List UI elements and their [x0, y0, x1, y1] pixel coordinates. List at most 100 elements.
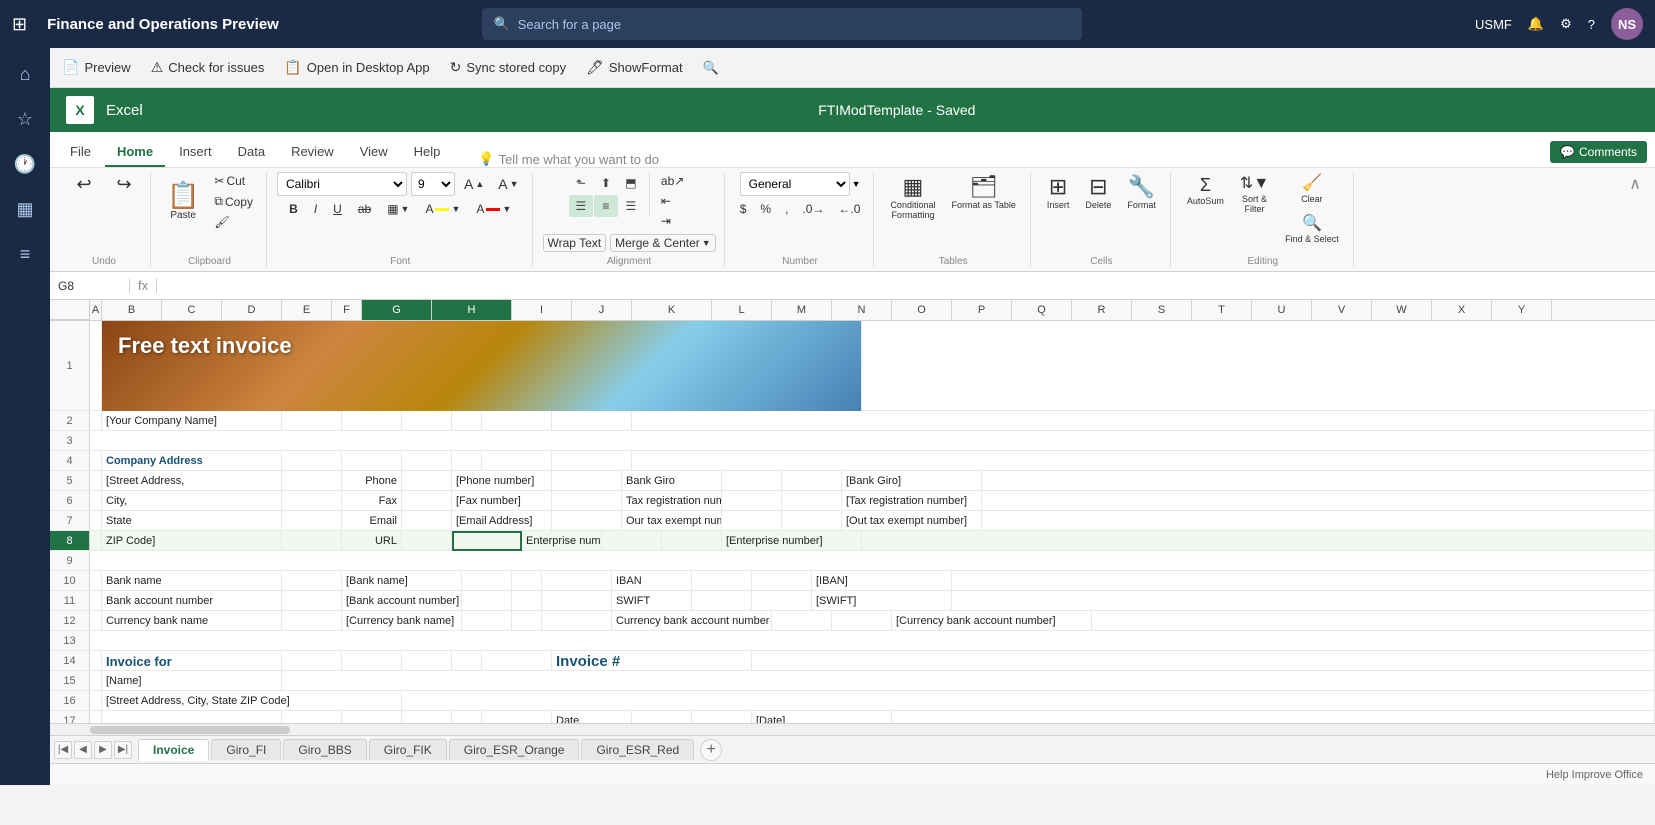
cell-5-F[interactable]: [Phone number]	[452, 471, 552, 491]
find-select-button[interactable]: 🔍 Find & Select	[1279, 212, 1345, 248]
cell-16-B[interactable]: [Street Address, City, State ZIP Code]	[102, 691, 402, 711]
align-bottom-center[interactable]: ≡	[594, 195, 618, 217]
cell-6-H[interactable]: Tax registration number	[622, 491, 722, 511]
cell-6-K[interactable]: [Tax registration number]	[842, 491, 982, 511]
cell-4-E[interactable]	[402, 451, 452, 471]
cell-15-A[interactable]	[90, 671, 102, 691]
cell-12-I[interactable]	[772, 611, 832, 631]
align-top-center[interactable]: ⬆	[594, 172, 618, 194]
cell-7-J[interactable]	[782, 511, 842, 531]
number-format-select[interactable]: General	[740, 172, 850, 196]
cell-17-H[interactable]: Date	[552, 711, 632, 723]
increase-decimal-button[interactable]: .0→	[797, 200, 829, 218]
sheet-tab-giro-fi[interactable]: Giro_FI	[211, 739, 281, 760]
wrap-text-button[interactable]: Wrap Text	[543, 234, 607, 252]
cell-2-H[interactable]	[552, 411, 632, 431]
last-sheet-button[interactable]: ▶|	[114, 741, 132, 759]
strikethrough-button[interactable]: ab	[353, 200, 376, 218]
indent-increase-button[interactable]: ⇥	[656, 212, 689, 230]
cell-11-J[interactable]	[752, 591, 812, 611]
sheet-tab-giro-esr-red[interactable]: Giro_ESR_Red	[581, 739, 694, 760]
col-H[interactable]: H	[432, 300, 512, 320]
cell-11-D[interactable]: [Bank account number]	[342, 591, 462, 611]
cell-8-rest[interactable]	[862, 531, 1655, 551]
cell-1-A[interactable]	[90, 321, 102, 410]
cell-9[interactable]	[90, 551, 1655, 571]
cell-14-B[interactable]: Invoice for	[102, 651, 282, 671]
cell-7-D[interactable]: Email	[342, 511, 402, 531]
increase-font-button[interactable]: A ▲	[459, 174, 489, 194]
cell-7-K[interactable]: [Out tax exempt number]	[842, 511, 982, 531]
align-bottom-left[interactable]: ☰	[569, 195, 593, 217]
cell-8-H[interactable]: Enterprise number	[522, 531, 602, 551]
format-painter-button[interactable]: 🖌	[209, 213, 258, 231]
cell-11-C[interactable]	[282, 591, 342, 611]
cell-11-E[interactable]	[462, 591, 512, 611]
sheet-tab-giro-esr-orange[interactable]: Giro_ESR_Orange	[449, 739, 580, 760]
decrease-decimal-button[interactable]: ←.0	[833, 200, 865, 218]
cell-14-A[interactable]	[90, 651, 102, 671]
cell-10-J[interactable]	[752, 571, 812, 591]
cell-11-rest[interactable]	[952, 591, 1655, 611]
sort-filter-button[interactable]: ⇅▼ Sort &Filter	[1234, 172, 1275, 218]
cell-11-B[interactable]: Bank account number	[102, 591, 282, 611]
sidebar-star-icon[interactable]: ☆	[0, 101, 50, 138]
cell-11-F[interactable]	[512, 591, 542, 611]
cell-7-C[interactable]	[282, 511, 342, 531]
cell-4-B[interactable]: Company Address	[102, 451, 282, 471]
sheet-tab-giro-fik[interactable]: Giro_FIK	[369, 739, 447, 760]
tell-me-input[interactable]: 💡 Tell me what you want to do	[478, 151, 659, 167]
prev-sheet-button[interactable]: ◀	[74, 741, 92, 759]
cell-reference[interactable]: G8	[50, 279, 130, 293]
font-family-select[interactable]: Calibri	[277, 172, 407, 196]
font-color-button[interactable]: A ▼	[471, 200, 516, 218]
bold-button[interactable]: B	[284, 200, 303, 218]
col-I[interactable]: I	[512, 300, 572, 320]
autosum-button[interactable]: Σ AutoSum	[1181, 172, 1230, 210]
cell-2-E[interactable]	[402, 411, 452, 431]
cell-7-I[interactable]	[722, 511, 782, 531]
cell-10-K[interactable]: [IBAN]	[812, 571, 952, 591]
cell-17-K[interactable]: [Date]	[752, 711, 892, 723]
cell-6-J[interactable]	[782, 491, 842, 511]
underline-button[interactable]: U	[328, 200, 347, 218]
cell-17-J[interactable]	[692, 711, 752, 723]
tab-data[interactable]: Data	[226, 138, 277, 167]
cell-12-G[interactable]	[542, 611, 612, 631]
col-W[interactable]: W	[1372, 300, 1432, 320]
currency-button[interactable]: $	[735, 200, 752, 218]
align-bottom-right[interactable]: ☰	[619, 195, 643, 217]
col-R[interactable]: R	[1072, 300, 1132, 320]
cell-5-J[interactable]	[782, 471, 842, 491]
sidebar-home-icon[interactable]: ⌂	[0, 56, 50, 93]
fill-color-button[interactable]: A ▼	[420, 200, 465, 218]
cell-10-rest[interactable]	[952, 571, 1655, 591]
col-A[interactable]: A	[90, 300, 102, 320]
cell-7-E[interactable]	[402, 511, 452, 531]
cell-1-invoice-image[interactable]: Free text invoice	[102, 321, 862, 410]
cell-7-rest[interactable]	[982, 511, 1655, 531]
avatar[interactable]: NS	[1611, 8, 1643, 40]
cell-6-A[interactable]	[90, 491, 102, 511]
col-O[interactable]: O	[892, 300, 952, 320]
cell-10-B[interactable]: Bank name	[102, 571, 282, 591]
comments-button[interactable]: 💬 Comments	[1550, 141, 1647, 163]
cell-17-E[interactable]	[402, 711, 452, 723]
cell-5-H[interactable]: Bank Giro	[622, 471, 722, 491]
conditional-formatting-button[interactable]: ▦ ConditionalFormatting	[884, 172, 941, 224]
cell-5-B[interactable]: [Street Address,	[102, 471, 282, 491]
cell-10-F[interactable]	[512, 571, 542, 591]
cell-17-C[interactable]	[282, 711, 342, 723]
cell-6-rest[interactable]	[982, 491, 1655, 511]
cell-11-I[interactable]	[692, 591, 752, 611]
redo-button[interactable]: ↪	[106, 172, 142, 196]
cell-10-A[interactable]	[90, 571, 102, 591]
cell-2-F[interactable]	[452, 411, 482, 431]
cell-12-H[interactable]: Currency bank account number	[612, 611, 772, 631]
cell-17-F[interactable]	[452, 711, 482, 723]
align-top-right[interactable]: ⬒	[619, 172, 643, 194]
cell-14-E[interactable]	[402, 651, 452, 671]
sidebar-clock-icon[interactable]: 🕐	[0, 146, 50, 183]
decrease-font-button[interactable]: A ▼	[493, 174, 523, 194]
cell-3[interactable]	[90, 431, 1655, 451]
